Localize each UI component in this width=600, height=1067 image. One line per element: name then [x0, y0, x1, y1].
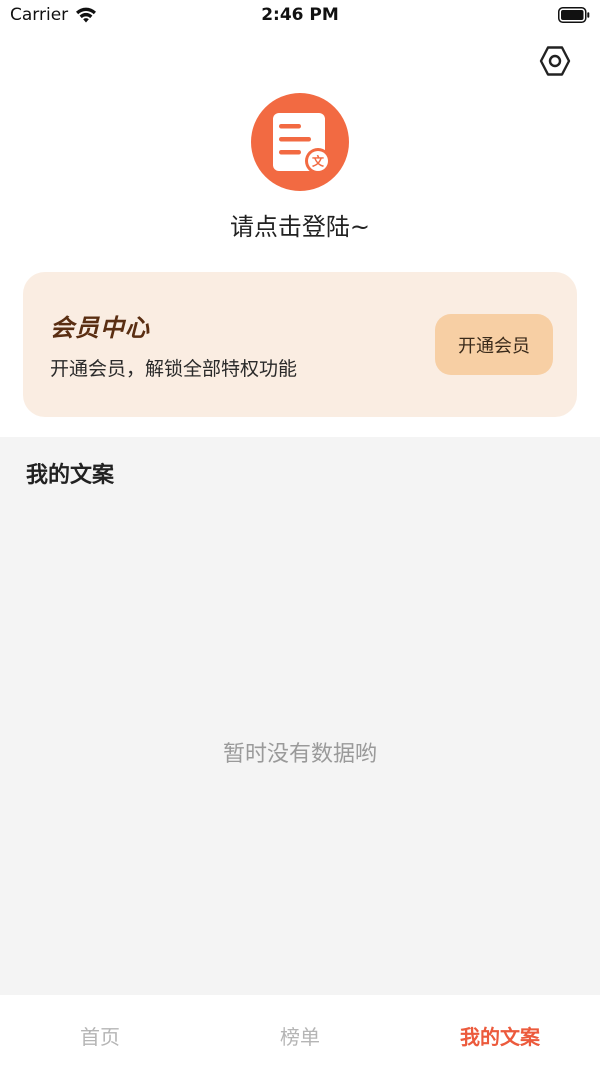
screen: Carrier 2:46 PM 文 请点击登陆~ 会员中心 开通会员，解锁全部特…	[0, 0, 600, 1067]
member-center-card: 会员中心 开通会员，解锁全部特权功能 开通会员	[23, 272, 577, 417]
status-bar: Carrier 2:46 PM	[0, 0, 600, 32]
open-membership-button[interactable]: 开通会员	[435, 314, 553, 375]
member-center-description: 开通会员，解锁全部特权功能	[50, 358, 298, 380]
status-time: 2:46 PM	[261, 5, 339, 25]
document-icon: 文	[273, 113, 331, 174]
battery-icon	[558, 7, 590, 23]
settings-button[interactable]	[538, 44, 572, 78]
hexagon-gear-icon	[539, 46, 571, 76]
section-title: 我的文案	[26, 463, 115, 488]
login-prompt[interactable]: 请点击登陆~	[0, 207, 600, 242]
avatar[interactable]: 文	[251, 93, 349, 191]
tab-rankings[interactable]: 榜单	[200, 995, 400, 1067]
empty-state-text: 暂时没有数据哟	[222, 742, 377, 767]
avatar-badge-text: 文	[312, 154, 325, 169]
member-center-title: 会员中心	[50, 314, 150, 342]
tab-my-copy[interactable]: 我的文案	[400, 995, 600, 1067]
tab-home[interactable]: 首页	[0, 995, 200, 1067]
tab-bar: 首页 榜单 我的文案	[0, 995, 600, 1067]
my-copy-section: 我的文案 暂时没有数据哟	[0, 437, 600, 995]
